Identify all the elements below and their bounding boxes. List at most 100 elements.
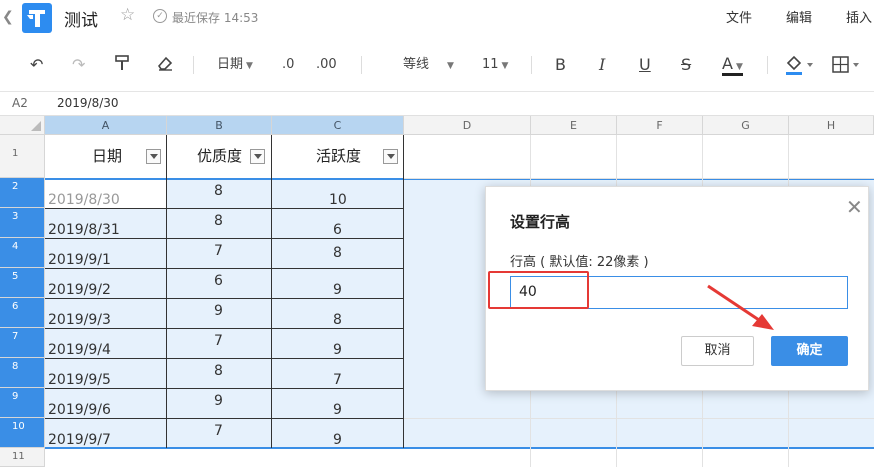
row-header-9[interactable]: 9 [0,388,45,418]
dialog-title: 设置行高 [510,213,571,231]
menu-file[interactable]: 文件 [726,7,752,26]
filter-dropdown-icon[interactable] [250,149,265,164]
cancel-button[interactable]: 取消 [681,336,754,366]
cell-quality[interactable]: 9 [214,393,223,409]
strikethrough-button[interactable]: S [681,54,691,76]
cell-activity[interactable]: 10 [329,192,347,208]
chevron-down-icon: ▼ [246,61,253,71]
number-format-label: 日期 [217,57,244,72]
toolbar-divider [531,56,532,74]
font-name-label: 等线 [403,57,430,72]
row-header-7[interactable]: 7 [0,328,45,358]
table-column-line [166,135,167,448]
filter-dropdown-icon[interactable] [146,149,161,164]
star-icon[interactable]: ☆ [120,5,135,25]
column-header-a[interactable]: A [45,116,167,135]
row-header-5[interactable]: 5 [0,268,45,298]
header-activity: 活跃度 [316,147,362,165]
cell-activity[interactable]: 9 [333,402,342,418]
save-status: 最近保存 14:53 [172,11,259,25]
ok-button[interactable]: 确定 [771,336,848,366]
row-header-8[interactable]: 8 [0,358,45,388]
column-header-f[interactable]: F [617,116,703,135]
row-header-3[interactable]: 3 [0,208,45,238]
cell-activity[interactable]: 8 [333,312,342,328]
close-icon[interactable]: ✕ [846,195,863,219]
cell-activity[interactable]: 9 [333,342,342,358]
cell-activity[interactable]: 9 [333,432,342,448]
cell-quality[interactable]: 6 [214,273,223,289]
cell-date[interactable]: 2019/8/31 [48,222,120,238]
cell-activity[interactable]: 6 [333,222,342,238]
header-quality: 优质度 [197,147,243,165]
cell-quality[interactable]: 7 [214,423,223,439]
cell-date[interactable]: 2019/9/4 [48,342,111,358]
title-bar: ❮ 测试 ☆ ✓ 最近保存 14:53 文件 编辑 插入 [0,0,874,36]
decrease-decimal-button[interactable]: .0 [282,54,294,76]
cell-date[interactable]: 2019/9/6 [48,402,111,418]
saved-check-icon: ✓ [153,9,167,23]
column-header-b[interactable]: B [167,116,272,135]
chevron-down-icon: ▼ [501,61,509,71]
format-painter-icon[interactable] [114,54,130,76]
cell-date[interactable]: 2019/8/30 [48,192,120,208]
cell-quality[interactable]: 8 [214,183,223,199]
menu-insert[interactable]: 插入 [846,7,872,26]
cell-date[interactable]: 2019/9/3 [48,312,111,328]
cell-activity[interactable]: 9 [333,282,342,298]
cell-activity[interactable]: 8 [333,245,342,261]
gridline [404,418,874,419]
toolbar-divider [193,56,194,74]
back-icon[interactable]: ❮ [2,9,14,25]
eraser-icon[interactable] [156,54,174,76]
font-color-button[interactable]: A ▼ [722,54,743,76]
column-header-g[interactable]: G [703,116,789,135]
column-header-d[interactable]: D [404,116,531,135]
chevron-down-icon: ▼ [735,62,743,72]
cell-quality[interactable]: 9 [214,303,223,319]
column-header-e[interactable]: E [531,116,617,135]
bold-button[interactable]: B [555,54,566,76]
table-row-line [45,268,404,269]
cell-date[interactable]: 2019/9/2 [48,282,111,298]
gridline [404,178,874,179]
italic-button[interactable]: I [599,54,605,76]
table-row-line [45,208,404,209]
borders-icon[interactable] [832,54,862,76]
font-size-select[interactable]: 11 ▼ [482,54,508,76]
redo-icon[interactable]: ↷ [72,54,85,76]
select-all-corner[interactable] [0,116,45,135]
row-header-4[interactable]: 4 [0,238,45,268]
increase-decimal-button[interactable]: .00 [316,54,337,76]
font-size-label: 11 [482,57,499,72]
row-height-label: 行高 ( 默认值: 22像素 ) [510,255,649,270]
table-row-line [45,358,404,359]
cell-date[interactable]: 2019/9/7 [48,432,111,448]
cell-quality[interactable]: 8 [214,213,223,229]
font-name-select[interactable]: 等线 ▼ [403,54,454,76]
undo-icon[interactable]: ↶ [30,54,43,76]
row-header-10[interactable]: 10 [0,418,45,448]
document-title[interactable]: 测试 [64,6,98,31]
row-header-1[interactable]: 1 [0,135,45,178]
cell-reference[interactable]: A2 [12,96,28,110]
column-header-h[interactable]: H [789,116,874,135]
cell-quality[interactable]: 7 [214,243,223,259]
row-header-11[interactable]: 11 [0,448,45,467]
cell-date[interactable]: 2019/9/1 [48,252,111,268]
row-header-6[interactable]: 6 [0,298,45,328]
cell-quality[interactable]: 7 [214,333,223,349]
column-header-c[interactable]: C [272,116,404,135]
app-logo [22,3,52,33]
fill-color-icon[interactable] [785,54,815,76]
cell-date[interactable]: 2019/9/5 [48,372,111,388]
cell-quality[interactable]: 8 [214,363,223,379]
formula-input[interactable]: 2019/8/30 [57,96,119,110]
menu-edit[interactable]: 编辑 [786,7,812,26]
filter-dropdown-icon[interactable] [383,149,398,164]
underline-button[interactable]: U [639,54,651,76]
table-row-line [45,298,404,299]
number-format-select[interactable]: 日期 ▼ [217,54,253,76]
cell-activity[interactable]: 7 [333,372,342,388]
row-header-2[interactable]: 2 [0,178,45,208]
